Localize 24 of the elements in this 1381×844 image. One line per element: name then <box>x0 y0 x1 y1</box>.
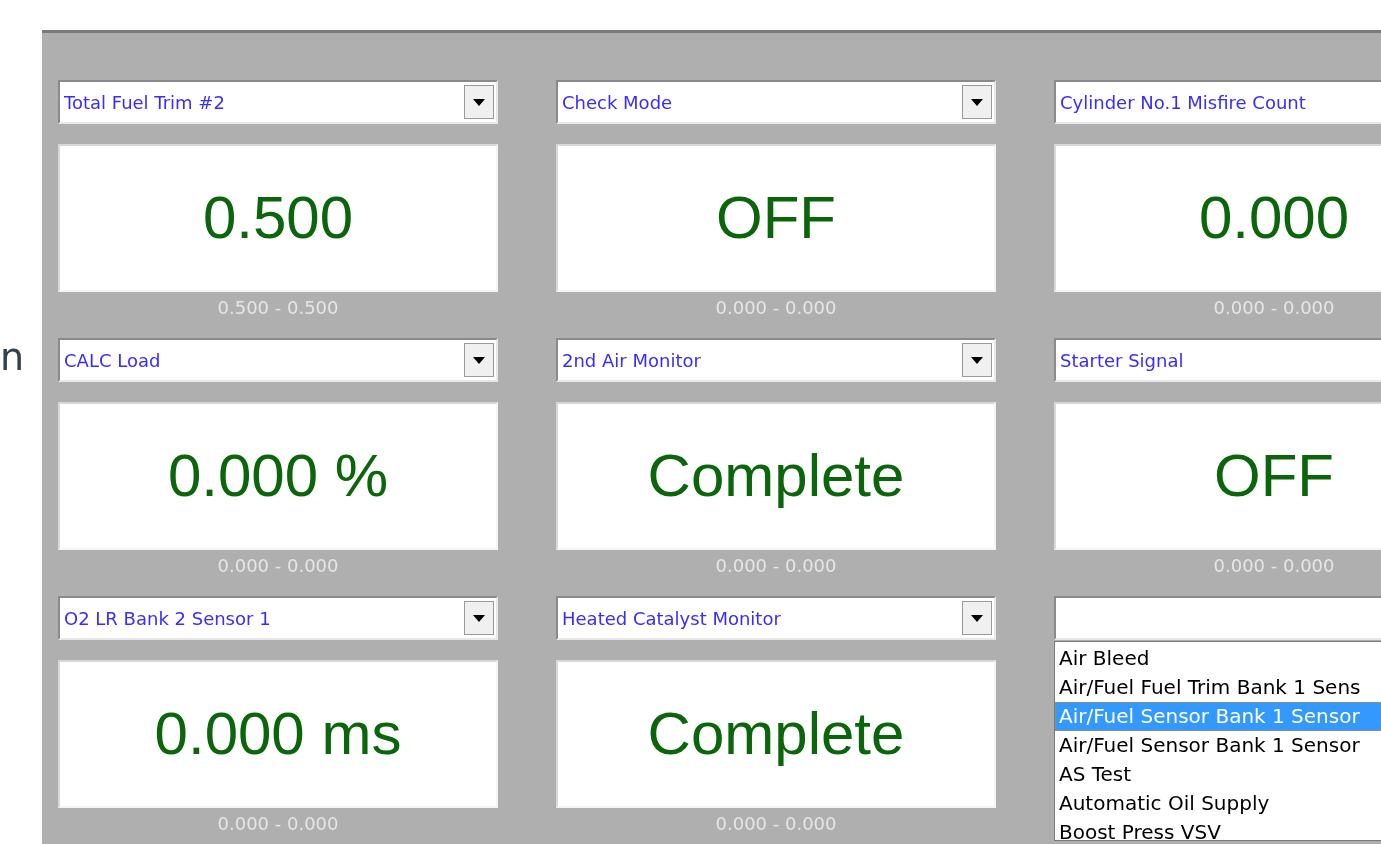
parameter-dropdown[interactable] <box>1054 596 1381 640</box>
value-readout: 0.500 <box>202 188 354 248</box>
dropdown-option[interactable]: Air Bleed <box>1055 644 1381 673</box>
value-readout: 0.000 <box>1198 188 1350 248</box>
parameter-dropdown[interactable]: Cylinder No.1 Misfire Count <box>1054 80 1381 124</box>
parameter-dropdown[interactable]: CALC Load <box>58 338 498 382</box>
parameter-dropdown[interactable]: 2nd Air Monitor <box>556 338 996 382</box>
dropdown-option[interactable]: Automatic Oil Supply <box>1055 789 1381 818</box>
value-readout: 0.000 ms <box>154 704 402 764</box>
value-readout: Complete <box>647 446 905 506</box>
parameter-dropdown[interactable]: Heated Catalyst Monitor <box>556 596 996 640</box>
dropdown-option[interactable]: AS Test <box>1055 760 1381 789</box>
value-readout: Complete <box>647 704 905 764</box>
parameter-dropdown[interactable]: Total Fuel Trim #2 <box>58 80 498 124</box>
parameter-dropdown[interactable]: O2 LR Bank 2 Sensor 1 <box>58 596 498 640</box>
dropdown-option[interactable]: Boost Press VSV <box>1055 818 1381 840</box>
dropdown-option[interactable]: Air/Fuel Fuel Trim Bank 1 Sens <box>1055 673 1381 702</box>
parameter-dropdown[interactable]: Check Mode <box>556 80 996 124</box>
value-readout: 0.000 % <box>167 446 389 506</box>
dropdown-option[interactable]: Air/Fuel Sensor Bank 1 Sensor <box>1055 731 1381 760</box>
parameter-dropdown[interactable]: Starter Signal <box>1054 338 1381 382</box>
value-readout: OFF <box>1214 446 1334 506</box>
partial-text: n <box>0 338 25 376</box>
value-readout: OFF <box>716 188 836 248</box>
